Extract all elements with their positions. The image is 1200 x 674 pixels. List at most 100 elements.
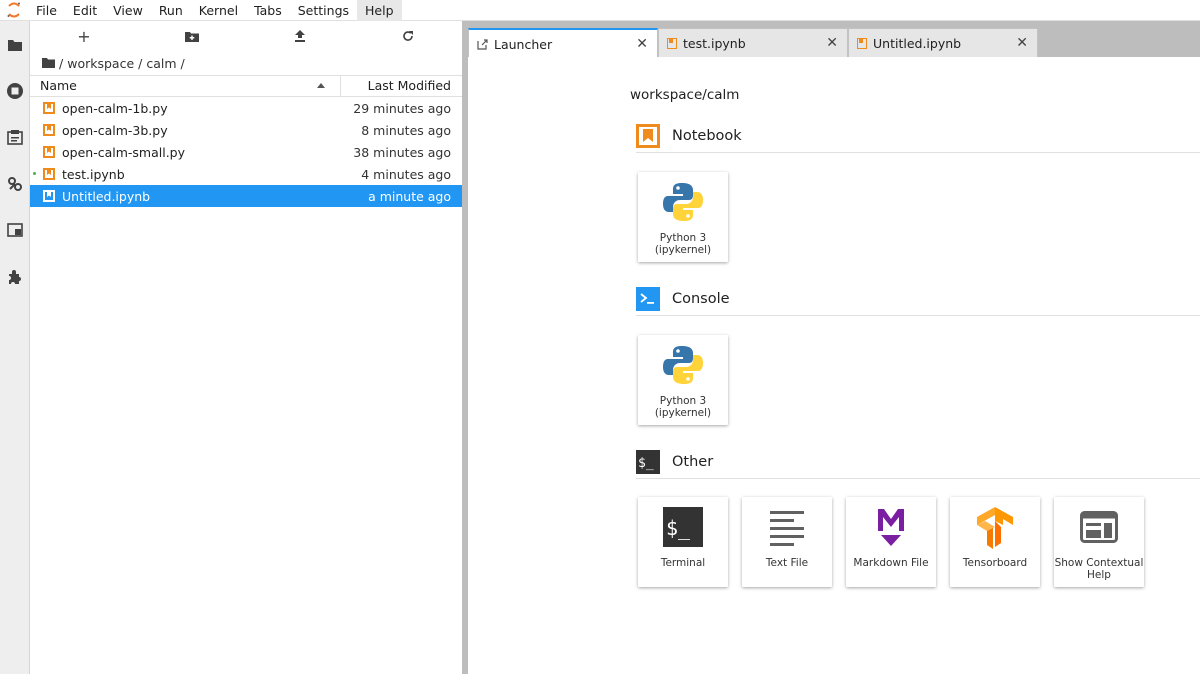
card-label-line2: (ipykernel) — [654, 407, 712, 419]
file-row[interactable]: open-calm-small.py 38 minutes ago — [30, 141, 462, 163]
breadcrumb: / workspace / calm / — [30, 51, 462, 75]
tensorboard-icon — [973, 505, 1017, 549]
launcher-panel: workspace/calm Notebook Python 3 (ipyker… — [468, 57, 1200, 674]
close-icon[interactable]: ✕ — [1016, 35, 1028, 51]
card-label: Text File — [742, 557, 832, 569]
plus-icon: + — [77, 26, 91, 46]
card-label-line1: Python 3 — [659, 232, 707, 244]
file-browser: + / workspace / calm / Name Last Modifie… — [30, 21, 462, 674]
menu-settings[interactable]: Settings — [290, 0, 357, 21]
tab-label: test.ipynb — [683, 35, 746, 51]
console-section-header: Console — [636, 282, 1200, 316]
notebook-python3-card[interactable]: Python 3 (ipykernel) — [638, 172, 728, 262]
menu-help[interactable]: Help — [357, 0, 402, 21]
file-modified: a minute ago — [368, 188, 451, 204]
breadcrumb-calm[interactable]: calm — [146, 56, 176, 71]
tabs-icon[interactable] — [5, 220, 25, 240]
modified-column-header[interactable]: Last Modified — [341, 76, 462, 96]
tab-untitled-ipynb[interactable]: Untitled.ipynb ✕ — [848, 28, 1038, 57]
file-name: open-calm-1b.py — [62, 100, 168, 116]
jupyter-logo-icon — [0, 0, 28, 21]
svg-text:$_: $_ — [666, 516, 691, 540]
text-file-card[interactable]: Text File — [742, 497, 832, 587]
notebook-icon — [857, 37, 867, 49]
menu-tabs[interactable]: Tabs — [246, 0, 290, 21]
card-label: Python 3 (ipykernel) — [638, 232, 728, 256]
menu-view[interactable]: View — [105, 0, 151, 21]
card-label-line1: Show Contextual — [1054, 557, 1144, 569]
notebook-file-icon — [43, 190, 55, 202]
card-label-line1: Markdown File — [853, 557, 929, 569]
launcher-cwd: workspace/calm — [630, 87, 740, 103]
terminal-card[interactable]: $_ Terminal — [638, 497, 728, 587]
card-label-line1: Tensorboard — [962, 557, 1028, 569]
name-column-header[interactable]: Name — [30, 76, 341, 96]
console-section-icon — [636, 286, 660, 311]
file-name: test.ipynb — [62, 166, 125, 182]
python-file-icon — [43, 146, 55, 158]
file-row[interactable]: open-calm-3b.py 8 minutes ago — [30, 119, 462, 141]
menu-kernel[interactable]: Kernel — [191, 0, 246, 21]
other-section-header: $_ Other — [636, 445, 1200, 479]
card-label: Markdown File — [846, 557, 936, 569]
file-row-selected[interactable]: Untitled.ipynb a minute ago — [30, 185, 462, 207]
file-modified: 29 minutes ago — [353, 100, 451, 116]
extension-icon[interactable] — [5, 267, 25, 287]
notebook-section-icon — [636, 123, 660, 148]
running-indicator-icon — [33, 172, 36, 175]
upload-button[interactable] — [246, 21, 354, 51]
menu-run[interactable]: Run — [151, 0, 191, 21]
console-python3-card[interactable]: Python 3 (ipykernel) — [638, 335, 728, 425]
file-modified: 8 minutes ago — [361, 122, 451, 138]
card-label-line2: Help — [1087, 569, 1111, 581]
tab-launcher[interactable]: Launcher ✕ — [468, 28, 658, 58]
terminal-icon: $_ — [661, 505, 705, 549]
refresh-icon — [403, 31, 413, 41]
terminal-section-icon: $_ — [636, 449, 660, 474]
markdown-icon — [869, 505, 913, 549]
activity-bar — [0, 21, 30, 674]
markdown-file-card[interactable]: Markdown File — [846, 497, 936, 587]
sort-ascending-icon — [317, 83, 325, 88]
upload-icon — [295, 30, 305, 42]
folder-icon[interactable] — [5, 35, 25, 55]
notebook-file-icon — [43, 168, 55, 180]
card-label: Tensorboard — [950, 557, 1040, 569]
card-label-line2: (ipykernel) — [654, 244, 712, 256]
tensorboard-card[interactable]: Tensorboard — [950, 497, 1040, 587]
contextual-help-icon — [1077, 505, 1121, 549]
new-folder-icon — [185, 31, 199, 42]
notebook-section-header: Notebook — [636, 119, 1200, 153]
launcher-icon — [477, 38, 488, 50]
new-folder-button[interactable] — [138, 21, 246, 51]
file-list-header: Name Last Modified — [30, 75, 462, 97]
file-row[interactable]: open-calm-1b.py 29 minutes ago — [30, 97, 462, 119]
close-icon[interactable]: ✕ — [826, 35, 838, 51]
svg-text:$_: $_ — [638, 456, 654, 471]
card-label: Terminal — [638, 557, 728, 569]
running-icon[interactable] — [5, 81, 25, 101]
property-inspector-icon[interactable] — [5, 174, 25, 194]
python-file-icon — [43, 102, 55, 114]
python-file-icon — [43, 124, 55, 136]
new-launcher-button[interactable]: + — [30, 21, 138, 51]
menu-file[interactable]: File — [28, 0, 65, 21]
close-icon[interactable]: ✕ — [636, 36, 648, 52]
breadcrumb-sep: / — [138, 55, 143, 71]
card-label-line1: Python 3 — [659, 395, 707, 407]
file-browser-toolbar: + — [30, 21, 462, 51]
file-name: open-calm-small.py — [62, 144, 185, 160]
python-logo-icon — [661, 180, 705, 224]
refresh-button[interactable] — [354, 21, 462, 51]
modified-column-label: Last Modified — [367, 78, 451, 93]
contextual-help-card[interactable]: Show Contextual Help — [1054, 497, 1144, 587]
commands-icon[interactable] — [5, 127, 25, 147]
tab-test-ipynb[interactable]: test.ipynb ✕ — [658, 28, 848, 57]
file-modified: 38 minutes ago — [353, 144, 451, 160]
menu-edit[interactable]: Edit — [65, 0, 105, 21]
folder-icon[interactable] — [42, 58, 55, 68]
file-row[interactable]: test.ipynb 4 minutes ago — [30, 163, 462, 185]
tab-label: Launcher — [494, 36, 553, 52]
file-name: open-calm-3b.py — [62, 122, 168, 138]
breadcrumb-workspace[interactable]: workspace — [67, 56, 134, 71]
